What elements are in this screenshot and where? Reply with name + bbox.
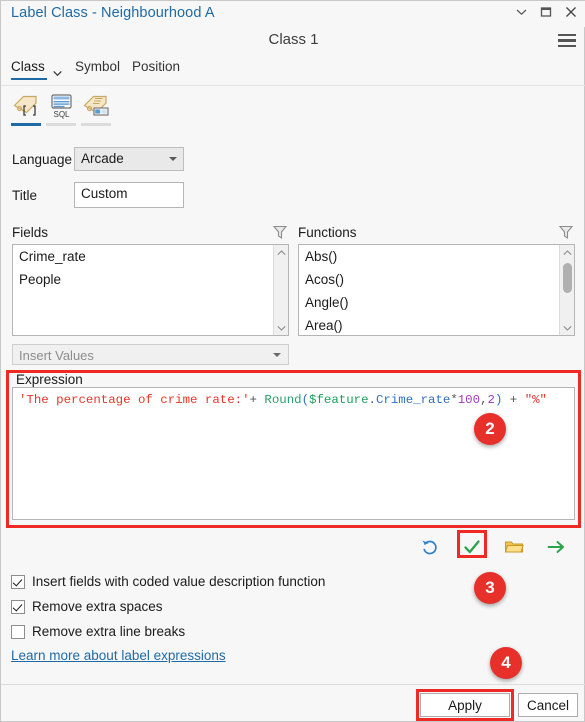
expression-token: *: [450, 393, 458, 407]
footer-separator: [1, 684, 585, 685]
fields-label: Fields: [12, 225, 49, 240]
annotation-badge-3: 3: [474, 572, 506, 604]
hamburger-menu-icon[interactable]: [558, 34, 576, 48]
expression-token: (: [301, 393, 310, 407]
scroll-up-icon[interactable]: [274, 245, 288, 260]
title-label: Title: [12, 188, 38, 203]
expression-token: Round: [264, 393, 302, 407]
option-remove-extra-line-breaks[interactable]: Remove extra line breaks: [11, 624, 185, 639]
apply-button[interactable]: Apply: [420, 693, 510, 717]
functions-filter-funnel-icon[interactable]: [558, 224, 574, 240]
help-link[interactable]: Learn more about label expressions: [11, 648, 226, 663]
label-attribute-underline: [81, 123, 111, 126]
sql-query-icon[interactable]: SQL: [46, 91, 76, 121]
language-value: Arcade: [81, 151, 124, 166]
expression-mode-strip: SQL: [1, 91, 585, 129]
expression-token: "%": [524, 393, 547, 407]
fields-list[interactable]: Crime_rate People: [12, 244, 289, 336]
functions-list[interactable]: Abs() Acos() Angle() Area(): [298, 244, 575, 336]
list-item[interactable]: Abs(): [299, 245, 574, 268]
list-item[interactable]: Angle(): [299, 291, 574, 314]
tab-position[interactable]: Position: [132, 59, 180, 74]
expression-group-label: Expression: [14, 372, 85, 387]
option-label: Remove extra line breaks: [32, 624, 186, 639]
chevron-down-icon[interactable]: [514, 5, 528, 19]
tab-bar: Class Symbol Position: [1, 59, 585, 85]
verify-checkmark-icon[interactable]: [461, 536, 483, 558]
scroll-up-icon[interactable]: [560, 245, 574, 260]
expression-token: $feature: [309, 393, 369, 407]
fields-filter-funnel-icon[interactable]: [272, 224, 288, 240]
expression-token: +: [249, 393, 265, 407]
sql-query-underline: [46, 123, 76, 126]
expression-token: +: [502, 393, 525, 407]
class-name-label: Class 1: [268, 31, 319, 48]
option-label: Remove extra spaces: [32, 599, 163, 614]
functions-scrollbar[interactable]: [559, 245, 574, 335]
option-remove-extra-spaces[interactable]: Remove extra spaces: [11, 599, 163, 614]
checkbox-icon[interactable]: [11, 624, 25, 639]
checkbox-icon[interactable]: [11, 599, 25, 614]
expression-input[interactable]: 'The percentage of crime rate:'+ Round($…: [12, 387, 575, 520]
expression-token: 2: [487, 393, 495, 407]
close-icon[interactable]: [564, 5, 578, 19]
annotation-badge-2: 2: [474, 413, 506, 445]
title-input[interactable]: Custom: [74, 182, 184, 208]
maximize-icon[interactable]: [539, 5, 553, 19]
title-value: Custom: [81, 186, 128, 201]
export-arrow-icon[interactable]: [545, 536, 567, 558]
label-class-dialog: Label Class - Neighbourhood A Class 1 Cl…: [0, 0, 585, 722]
expression-token: 100: [457, 393, 481, 407]
list-item[interactable]: Area(): [299, 314, 574, 335]
scrollbar-thumb[interactable]: [563, 263, 572, 293]
open-folder-icon[interactable]: [503, 536, 525, 558]
option-insert-coded-values[interactable]: Insert fields with coded value descripti…: [11, 574, 325, 589]
title-bar: Label Class - Neighbourhood A: [1, 1, 585, 27]
chevron-down-icon: [273, 353, 281, 357]
tab-class[interactable]: Class: [11, 59, 45, 74]
expression-token: ,: [480, 393, 488, 407]
arcade-expression-active-underline: [11, 123, 41, 126]
reset-undo-icon[interactable]: [419, 536, 441, 558]
expression-token: Crime_rate: [375, 393, 451, 407]
checkbox-icon[interactable]: [11, 574, 25, 589]
option-label: Insert fields with coded value descripti…: [32, 574, 326, 589]
tab-class-underline: [11, 78, 47, 80]
expression-actions: [1, 530, 585, 562]
label-attribute-icon[interactable]: [81, 91, 111, 121]
list-item[interactable]: Crime_rate: [13, 245, 288, 268]
tab-symbol[interactable]: Symbol: [75, 59, 120, 74]
svg-text:SQL: SQL: [53, 110, 70, 119]
insert-values-select[interactable]: Insert Values: [12, 344, 289, 365]
scroll-down-icon[interactable]: [274, 320, 288, 335]
fields-scrollbar[interactable]: [273, 245, 288, 335]
scroll-down-icon[interactable]: [560, 320, 574, 335]
annotation-badge-4: 4: [490, 647, 522, 679]
tab-class-chevron-down-icon[interactable]: [53, 65, 62, 77]
window-controls: [514, 5, 578, 19]
expression-token: .: [368, 393, 376, 407]
page-title: Label Class - Neighbourhood A: [11, 5, 215, 21]
tab-separator: [1, 85, 585, 86]
list-item[interactable]: People: [13, 268, 288, 291]
language-select[interactable]: Arcade: [74, 147, 184, 171]
cancel-button[interactable]: Cancel: [518, 693, 578, 717]
language-label: Language: [12, 152, 73, 167]
list-item[interactable]: Acos(): [299, 268, 574, 291]
insert-values-placeholder: Insert Values: [19, 348, 94, 363]
chevron-down-icon: [169, 157, 177, 161]
class-header: Class 1: [1, 27, 585, 57]
expression-token: 'The percentage of crime rate:': [19, 393, 250, 407]
functions-label: Functions: [298, 225, 357, 240]
arcade-expression-icon[interactable]: [11, 91, 41, 121]
